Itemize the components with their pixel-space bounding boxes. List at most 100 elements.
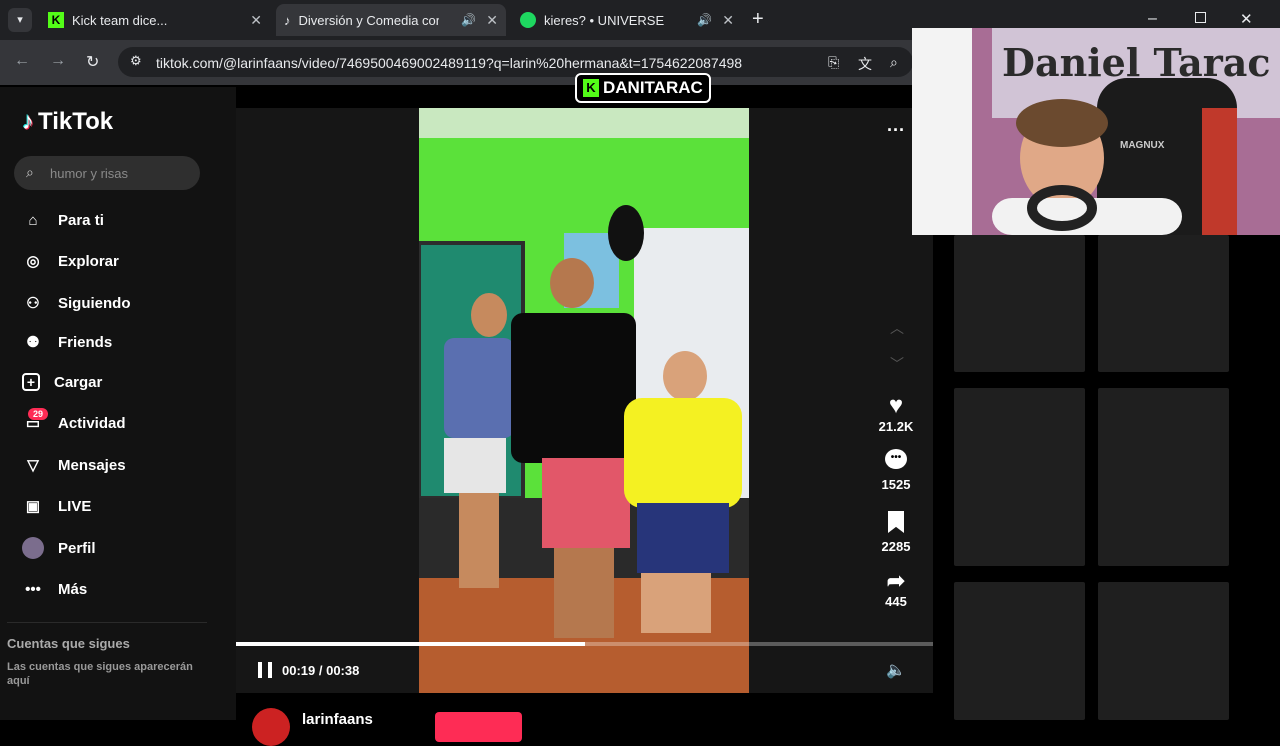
window-close-icon[interactable]: ✕ <box>1240 10 1253 28</box>
tab-title: Diversión y Comedia con la <box>298 12 439 28</box>
close-icon[interactable]: ✕ <box>722 12 734 29</box>
volume-icon[interactable]: 🔈 <box>886 660 906 680</box>
person-3-head <box>663 351 707 401</box>
progress-track[interactable] <box>236 642 933 646</box>
person-3-shirt <box>624 398 742 508</box>
follow-button[interactable] <box>435 712 522 742</box>
url-text: tiktok.com/@larinfaans/video/74695004690… <box>156 55 743 71</box>
tab-tiktok[interactable]: ♪ Diversión y Comedia con la 🔊 ✕ <box>276 4 506 36</box>
send-icon: ▽ <box>27 457 39 474</box>
user-follow-icon: ⚇ <box>26 295 40 312</box>
person-2-legs <box>554 548 614 638</box>
nav-explorar[interactable]: ◎ Explorar <box>22 250 118 272</box>
nav-label: Actividad <box>58 414 126 432</box>
person-1-top <box>444 338 514 438</box>
more-icon: ••• <box>25 580 41 598</box>
minimize-icon[interactable]: – <box>1148 10 1157 28</box>
home-icon: ⌂ <box>28 211 38 229</box>
zoom-icon[interactable]: ⌕ <box>890 54 898 71</box>
video-thumbnail[interactable] <box>1098 388 1229 566</box>
webcam-overlay: Daniel Tarac MAGNUX <box>912 28 1280 235</box>
tab-spotify[interactable]: kieres? • UNIVERSE 🔊 ✕ <box>512 4 742 36</box>
bookmark-icon <box>888 511 904 533</box>
kick-icon: K <box>583 79 599 97</box>
install-icon[interactable]: ⎘ <box>828 54 839 71</box>
like-button[interactable]: ♥ 21.2K <box>876 392 916 435</box>
tab-title: kieres? • UNIVERSE <box>544 12 665 28</box>
compass-icon: ◎ <box>26 253 40 270</box>
nav-live[interactable]: ▣ LIVE <box>22 495 91 517</box>
comment-icon: ••• <box>885 449 907 469</box>
search-placeholder: humor y risas <box>50 166 129 181</box>
tiktok-logo[interactable]: ♪ TikTok <box>22 108 113 136</box>
streamer-tag: K DANITARAC <box>575 73 711 103</box>
friends-icon: ⚉ <box>26 334 40 351</box>
activity-badge: 29 <box>28 408 49 420</box>
nav-mensajes[interactable]: ▽ Mensajes <box>22 454 126 476</box>
translate-icon[interactable]: 文 <box>858 54 872 74</box>
video-time: 00:19 / 00:38 <box>282 663 360 678</box>
forward-icon[interactable]: → <box>50 52 66 70</box>
tiktok-icon: ♪ <box>284 12 291 28</box>
speaker-icon[interactable]: 🔊 <box>461 13 476 27</box>
video-thumbnail[interactable] <box>954 235 1085 372</box>
more-options-icon[interactable]: ··· <box>887 120 905 141</box>
upload-icon: + <box>22 373 40 391</box>
video-frame[interactable] <box>419 108 749 693</box>
live-tv-icon: ▣ <box>25 498 41 515</box>
nav-para-ti[interactable]: ⌂ Para ti <box>22 209 103 231</box>
share-icon: ➦ <box>886 568 906 593</box>
nav-friends[interactable]: ⚉ Friends <box>22 331 112 353</box>
video-thumbnail[interactable] <box>954 582 1085 720</box>
following-desc: Las cuentas que sigues aparecerán aquí <box>7 661 193 687</box>
tab-list-button[interactable]: ▾ <box>8 8 32 32</box>
brand-name: TikTok <box>38 108 114 135</box>
restore-icon[interactable] <box>1195 12 1206 23</box>
new-tab-button[interactable]: + <box>752 8 764 31</box>
nav-label: Mensajes <box>58 456 126 474</box>
ceiling <box>419 108 749 138</box>
chair-brand-label: MAGNUX <box>1120 140 1165 151</box>
author-avatar[interactable] <box>252 708 290 746</box>
nav-perfil[interactable]: Perfil <box>22 537 96 559</box>
nav-siguiendo[interactable]: ⚇ Siguiendo <box>22 292 130 314</box>
close-icon[interactable]: ✕ <box>486 12 498 29</box>
nav-cargar[interactable]: + Cargar <box>22 373 102 391</box>
person-1-legs <box>459 493 499 588</box>
following-title: Cuentas que sigues <box>7 636 130 651</box>
avatar <box>22 537 44 559</box>
pause-icon[interactable] <box>258 662 272 678</box>
search-icon: ⌕ <box>26 164 34 180</box>
share-button[interactable]: ➦ 445 <box>876 568 916 609</box>
left-building <box>912 28 972 235</box>
nav-label: LIVE <box>58 497 92 515</box>
nav-mas[interactable]: ••• Más <box>22 578 87 600</box>
search-input[interactable]: ⌕ humor y risas <box>14 156 200 190</box>
save-button[interactable]: 2285 <box>876 511 916 554</box>
video-scene <box>419 108 749 693</box>
kick-icon: K <box>48 12 64 28</box>
streamer-name: DANITARAC <box>603 78 703 97</box>
heart-icon: ♥ <box>888 392 904 419</box>
comment-button[interactable]: ••• 1525 <box>876 449 916 492</box>
wall-graffiti-text: Daniel Tarac <box>1002 40 1271 85</box>
person-1-head <box>471 293 507 337</box>
video-thumbnail[interactable] <box>1098 235 1229 372</box>
tab-kick[interactable]: K Kick team dice... ✕ <box>40 4 270 36</box>
nav-label: Cargar <box>54 373 103 391</box>
back-icon[interactable]: ← <box>14 52 30 70</box>
progress-fill <box>236 642 585 646</box>
video-thumbnail[interactable] <box>954 388 1085 566</box>
chevron-down-icon[interactable]: ﹀ <box>890 354 904 374</box>
chair-accent <box>1202 108 1237 235</box>
speaker-icon[interactable]: 🔊 <box>697 13 712 27</box>
video-thumbnail[interactable] <box>1098 582 1229 720</box>
tab-title: Kick team dice... <box>72 12 168 28</box>
chevron-up-icon[interactable]: ︿ <box>890 318 904 338</box>
person-3-legs <box>641 573 711 633</box>
tiktok-note-icon: ♪ <box>22 108 34 135</box>
close-icon[interactable]: ✕ <box>250 12 262 29</box>
reload-icon[interactable]: ↻ <box>86 52 99 72</box>
site-info-icon[interactable]: ⚙ <box>130 53 142 69</box>
person-3-shorts <box>637 503 729 573</box>
